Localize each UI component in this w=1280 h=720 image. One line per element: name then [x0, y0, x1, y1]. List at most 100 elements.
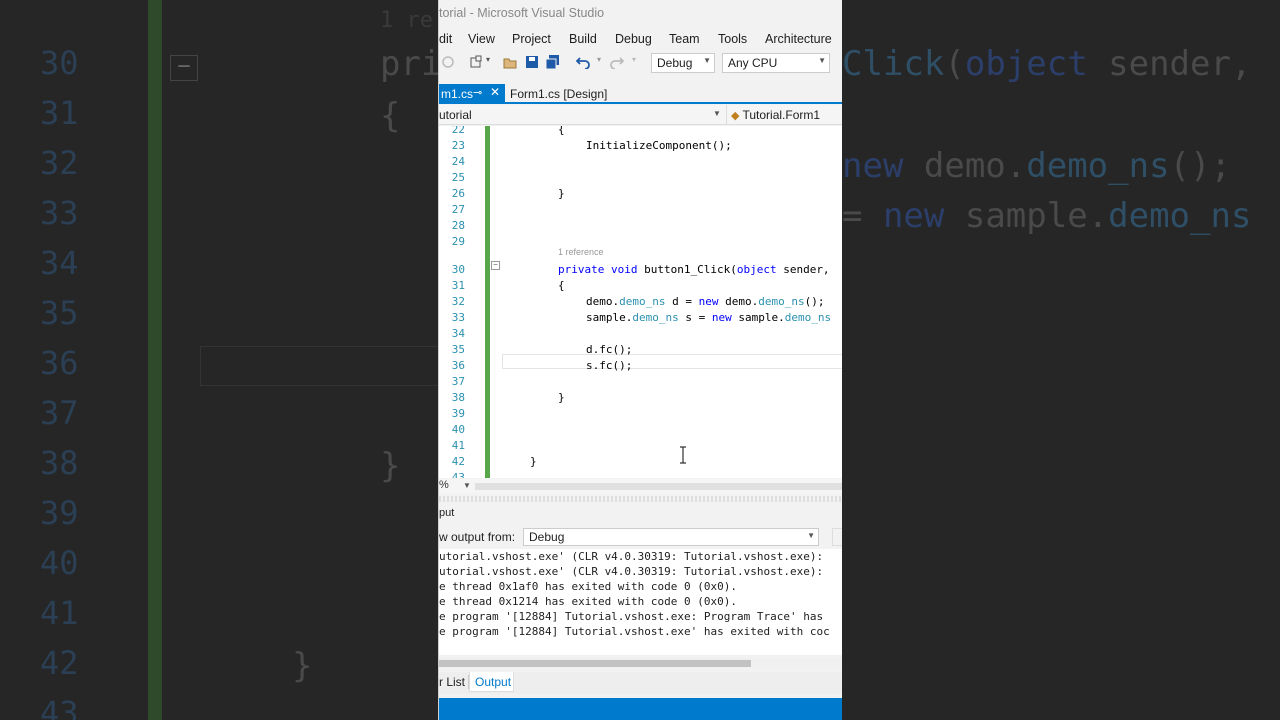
backdrop-collapse-icon: −	[170, 55, 198, 81]
backdrop-line-number: 37	[40, 394, 79, 432]
backdrop-line-number: 33	[40, 194, 79, 232]
backdrop-code-right-32: new demo.demo_ns();	[842, 146, 1231, 186]
visual-studio-window: torial - Microsoft Visual Studio dit Vie…	[438, 0, 842, 720]
line-number: 23	[451, 139, 465, 152]
class-icon: ◆	[731, 110, 740, 122]
editor-horizontal-scrollbar[interactable]	[475, 483, 842, 490]
tab-form1-design[interactable]: Form1.cs [Design]	[510, 87, 607, 101]
text-cursor-icon	[680, 446, 686, 464]
menu-view[interactable]: View	[468, 32, 495, 46]
backdrop-line-number: 38	[40, 444, 79, 482]
backdrop-line-number: 43	[40, 694, 79, 720]
solution-platform-select[interactable]: Any CPU ▼	[722, 53, 830, 73]
menu-bar: dit View Project Build Debug Team Tools …	[439, 30, 842, 50]
chevron-down-icon: ▼	[818, 56, 826, 65]
code-editor[interactable]: − 1 reference 22 {23 InitializeComponent()…	[439, 126, 842, 478]
output-pane-title: put	[439, 507, 455, 519]
line-number: 30	[451, 263, 465, 276]
line-number: 36	[451, 359, 465, 372]
backdrop-code-31: {	[380, 96, 401, 136]
code-line: InitializeComponent();	[586, 139, 732, 152]
line-number: 28	[451, 219, 465, 232]
solution-platform-value: Any CPU	[728, 56, 778, 70]
backdrop-line-number: 32	[40, 144, 79, 182]
tab-error-list[interactable]: r List	[439, 675, 465, 689]
backdrop-code-42: }	[292, 646, 313, 686]
menu-edit[interactable]: dit	[439, 32, 452, 46]
output-line: e program '[12884] Tutorial.vshost.exe: …	[439, 610, 824, 623]
save-icon[interactable]	[525, 55, 539, 69]
close-icon[interactable]: ✕	[490, 85, 500, 99]
backdrop-cursor-line	[200, 346, 440, 386]
backdrop-reference-hint: 1 re	[380, 8, 433, 33]
output-line: e program '[12884] Tutorial.vshost.exe' …	[439, 625, 830, 638]
backdrop-line-number: 34	[40, 244, 79, 282]
chevron-down-icon[interactable]: ▼	[713, 109, 721, 118]
scrollbar-thumb[interactable]	[439, 660, 751, 667]
tab-form1-cs[interactable]: m1.cs ⊸ ✕	[439, 84, 505, 104]
code-line: sample.demo_ns s = new sample.demo_ns	[586, 311, 832, 324]
pane-splitter[interactable]	[439, 496, 842, 502]
zoom-level[interactable]: %	[439, 479, 449, 491]
redo-dropdown-icon[interactable]: ▾	[632, 55, 636, 64]
undo-dropdown-icon[interactable]: ▾	[597, 55, 601, 64]
menu-team[interactable]: Team	[669, 32, 700, 46]
backdrop-code-30: pri	[380, 44, 442, 84]
code-line: }	[558, 187, 565, 200]
line-number: 32	[451, 295, 465, 308]
output-horizontal-scrollbar[interactable]	[439, 658, 842, 668]
backdrop-line-number: 40	[40, 544, 79, 582]
new-dropdown-icon[interactable]: ▾	[486, 55, 490, 64]
standard-toolbar: ▾ ▾ ▾ Debug ▼ Any CPU ▼	[439, 52, 842, 74]
backdrop-line-number: 41	[40, 594, 79, 632]
solution-configuration-value: Debug	[657, 56, 693, 70]
backdrop-line-number: 31	[40, 94, 79, 132]
line-number: 29	[451, 235, 465, 248]
type-dropdown-label: Tutorial.Form1	[742, 108, 821, 122]
backdrop-line-number: 42	[40, 644, 79, 682]
redo-icon[interactable]	[610, 55, 624, 69]
output-line: utorial.vshost.exe' (CLR v4.0.30319: Tut…	[439, 550, 824, 563]
current-line-highlight	[502, 354, 842, 369]
line-number: 31	[451, 279, 465, 292]
output-line: e thread 0x1214 has exited with code 0 (…	[439, 595, 738, 608]
output-line: e thread 0x1af0 has exited with code 0 (…	[439, 580, 738, 593]
menu-project[interactable]: Project	[512, 32, 551, 46]
code-line: s.fc();	[586, 359, 633, 372]
type-dropdown[interactable]: ◆ Tutorial.Form1	[731, 108, 820, 122]
line-number: 37	[451, 375, 465, 388]
project-dropdown[interactable]: utorial	[439, 108, 472, 122]
chevron-down-icon[interactable]: ▼	[463, 481, 471, 490]
output-text-area[interactable]: utorial.vshost.exe' (CLR v4.0.30319: Tut…	[439, 549, 842, 655]
tab-output[interactable]: Output	[469, 672, 514, 692]
line-number: 22	[451, 126, 465, 136]
menu-build[interactable]: Build	[569, 32, 597, 46]
line-number: 24	[451, 155, 465, 168]
codelens-reference-hint[interactable]: 1 reference	[558, 247, 604, 257]
line-number: 38	[451, 391, 465, 404]
chevron-down-icon: ▼	[807, 531, 815, 540]
line-number: 25	[451, 171, 465, 184]
output-source-value: Debug	[529, 530, 565, 544]
save-all-icon[interactable]	[546, 55, 560, 69]
line-number: 35	[451, 343, 465, 356]
code-line: private void button1_Click(object sender…	[558, 263, 830, 276]
collapse-icon[interactable]: −	[491, 261, 500, 270]
output-show-label: w output from:	[439, 530, 516, 544]
change-tracking-bar	[485, 126, 490, 478]
undo-icon[interactable]	[576, 55, 590, 69]
backdrop-code-right-30: Click(object sender,	[842, 44, 1252, 84]
open-folder-icon[interactable]	[503, 55, 517, 69]
document-tabs: m1.cs ⊸ ✕ Form1.cs [Design]	[439, 84, 842, 104]
menu-architecture[interactable]: Architecture	[765, 32, 832, 46]
new-project-icon[interactable]	[469, 55, 483, 69]
code-line: demo.demo_ns d = new demo.demo_ns();	[586, 295, 825, 308]
solution-configuration-select[interactable]: Debug ▼	[651, 53, 715, 73]
menu-debug[interactable]: Debug	[615, 32, 652, 46]
line-number: 42	[451, 455, 465, 468]
forward-icon[interactable]	[441, 55, 455, 69]
menu-tools[interactable]: Tools	[718, 32, 747, 46]
output-source-select[interactable]: Debug ▼	[523, 528, 819, 546]
pin-icon[interactable]: ⊸	[473, 86, 482, 99]
output-find-button[interactable]	[832, 528, 842, 546]
